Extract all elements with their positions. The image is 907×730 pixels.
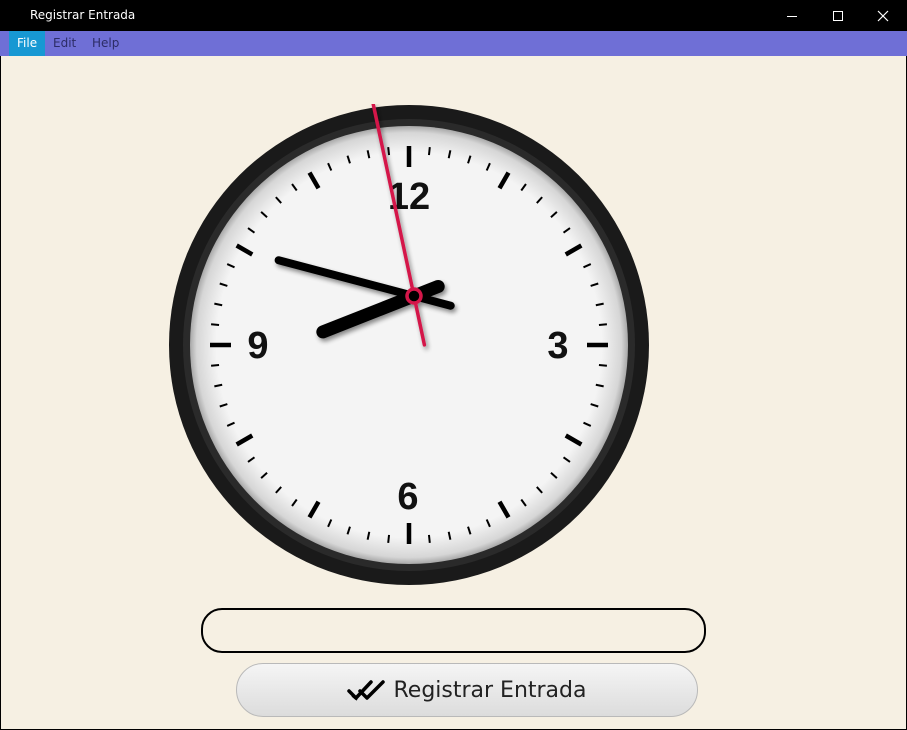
double-check-icon [347, 678, 387, 702]
numeral-9: 9 [247, 325, 268, 367]
minute-tick [210, 363, 220, 367]
menu-bar: File Edit Help [0, 31, 907, 56]
minute-tick [598, 363, 608, 367]
minimize-icon [787, 15, 797, 17]
title-bar: Registrar Entrada [0, 0, 907, 31]
minute-tick [210, 323, 220, 327]
numeral-6: 6 [397, 476, 418, 518]
analog-clock: 12 3 6 9 [169, 104, 649, 585]
clock-hub [405, 287, 423, 305]
maximize-icon [833, 10, 843, 21]
minute-tick [387, 534, 391, 544]
menu-file[interactable]: File [9, 31, 46, 56]
minute-tick [427, 534, 431, 544]
menu-edit[interactable]: Edit [45, 31, 84, 56]
numeral-3: 3 [547, 325, 568, 367]
minute-tick [427, 146, 431, 156]
window-title: Registrar Entrada [30, 8, 136, 22]
menu-help[interactable]: Help [84, 31, 127, 56]
minimize-button[interactable] [769, 0, 815, 31]
register-entry-button[interactable]: Registrar Entrada [236, 663, 698, 717]
minute-tick [387, 146, 391, 156]
close-icon [877, 10, 889, 21]
entry-input[interactable] [201, 608, 706, 653]
register-button-label: Registrar Entrada [393, 677, 587, 703]
window-border-left [0, 56, 1, 730]
close-button[interactable] [860, 0, 906, 31]
maximize-button[interactable] [815, 0, 861, 31]
minute-tick [598, 323, 608, 327]
